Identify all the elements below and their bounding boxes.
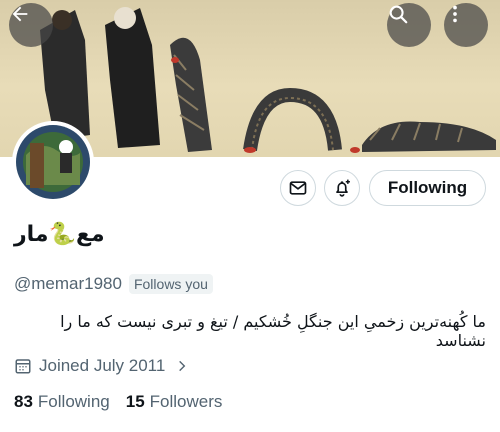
followers-count: 15: [125, 392, 145, 411]
avatar-image: [16, 125, 90, 199]
bell-plus-icon: [332, 178, 352, 198]
avatar[interactable]: [12, 121, 94, 203]
handle-row: @memar1980 Follows you: [14, 274, 213, 294]
search-button[interactable]: [387, 3, 431, 47]
display-name-suffix: مار: [14, 222, 49, 247]
user-handle: @memar1980: [14, 274, 122, 293]
more-button[interactable]: [444, 3, 488, 47]
following-label: Following: [37, 392, 110, 411]
envelope-icon: [288, 178, 308, 198]
joined-date: Joined July 2011: [39, 356, 166, 375]
profile-page: Following مع 🐍 مار @memar1980 Follows yo…: [0, 0, 500, 432]
display-name: مع 🐍 مار: [14, 222, 105, 247]
display-name-prefix: مع: [75, 222, 105, 247]
followers-label: Followers: [149, 392, 223, 411]
followers-stat[interactable]: 15 Followers: [126, 392, 223, 412]
notifications-button[interactable]: [324, 170, 360, 206]
following-count: 83: [14, 392, 33, 411]
follows-you-badge: Follows you: [128, 274, 213, 294]
back-button[interactable]: [9, 3, 53, 47]
calendar-icon: [14, 357, 32, 375]
follow-stats: 83 Following 15 Followers: [14, 392, 238, 412]
following-stat[interactable]: 83 Following: [14, 392, 110, 412]
joined-date-row[interactable]: Joined July 2011: [14, 356, 189, 376]
chevron-right-icon: [175, 359, 189, 373]
following-button[interactable]: Following: [369, 170, 486, 206]
snake-emoji: 🐍: [48, 222, 76, 247]
message-button[interactable]: [280, 170, 316, 206]
profile-bio: ما کُهنه‌ترین زخمیِ این جنگلِ خُشکیم / ت…: [60, 312, 486, 350]
